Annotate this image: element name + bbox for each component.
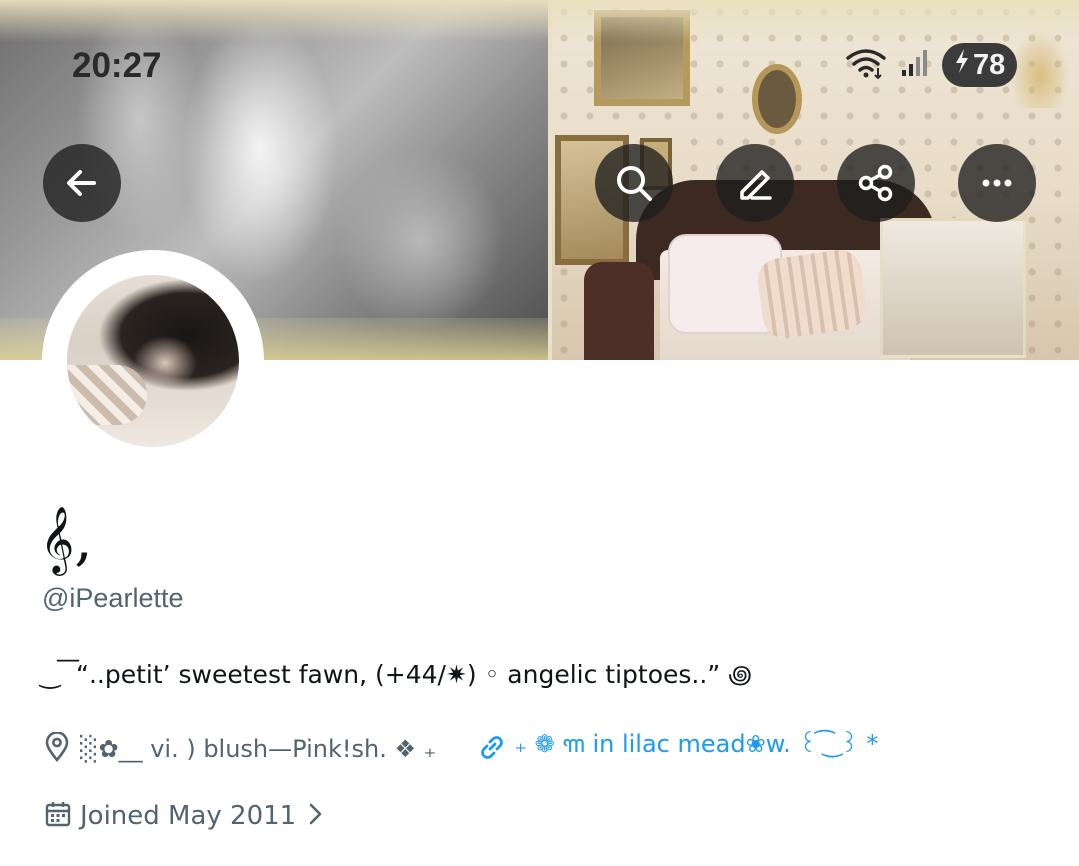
joined-date-row[interactable]: Joined May 2011 (44, 794, 326, 838)
share-icon (855, 162, 897, 204)
status-icons: 78 (844, 40, 1018, 90)
banner-window (880, 218, 1026, 358)
profile-meta: ░✿__ vi. ) blush—Pink!sh. ❖ ₊ ₊ ❁ ꧑ in l… (44, 726, 878, 772)
avatar[interactable] (67, 275, 239, 447)
more-options-button[interactable] (958, 144, 1036, 222)
profile-location: ░✿__ vi. ) blush—Pink!sh. ❖ ₊ (80, 735, 437, 763)
status-time: 20:27 (72, 46, 162, 85)
edit-icon (734, 162, 776, 204)
chevron-right-icon (304, 800, 326, 832)
profile-handle: @iPearlette (42, 583, 184, 613)
battery-level: 78 (973, 48, 1006, 81)
link-icon (476, 731, 508, 767)
share-button[interactable] (837, 144, 915, 222)
battery-charging-icon (954, 48, 970, 82)
banner-chair (584, 262, 654, 360)
back-button[interactable] (43, 144, 121, 222)
battery-indicator: 78 (942, 43, 1018, 87)
profile-bio: ‿ ͞ “..petit’ sweetest fawn, (+44/✷) ◦ a… (40, 660, 752, 689)
banner-mirror (752, 64, 802, 134)
calendar-icon (44, 800, 72, 832)
joined-date: Joined May 2011 (80, 801, 297, 831)
display-name: 𝄞, (40, 505, 93, 573)
location-pin-icon (44, 731, 70, 766)
back-arrow-icon (62, 163, 102, 203)
search-button[interactable] (595, 144, 673, 222)
avatar-sweater (67, 365, 147, 425)
profile-website-link[interactable]: ₊ ❁ ꧑ in lilac mead❀w. ꒰ ͡ ͜ ꒱ * (514, 725, 878, 774)
signal-icon (900, 48, 930, 82)
more-icon (976, 162, 1018, 204)
banner-frame (0, 0, 1079, 42)
banner-pillow (754, 247, 870, 341)
edit-button[interactable] (716, 144, 794, 222)
wifi-icon (844, 46, 888, 84)
search-icon (613, 162, 655, 204)
